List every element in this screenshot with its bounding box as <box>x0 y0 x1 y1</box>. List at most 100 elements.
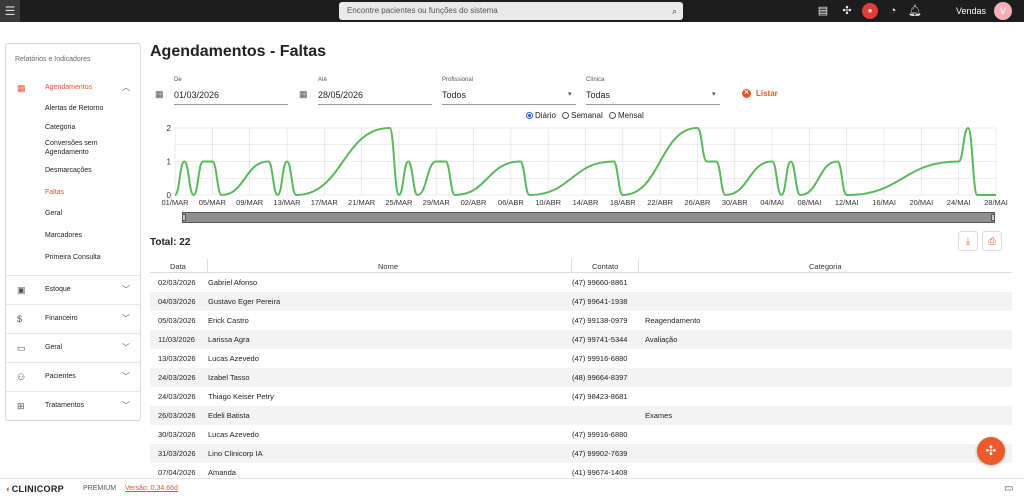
sidebar-group-agendamentos[interactable]: ▦ Agendamentos ︿ <box>6 74 140 102</box>
x-tick-label: 13/MAR <box>273 198 301 207</box>
table-row[interactable]: 05/03/2026 Erick Castro (47) 99138-0979 Rea… <box>150 311 1012 330</box>
list-button[interactable]: ✕ Listar <box>742 89 778 99</box>
table-body: 02/03/2026 Gabriel Afonso (47) 99660-8861 0… <box>150 273 1012 482</box>
column-header-data[interactable]: Data <box>170 262 186 271</box>
search-input[interactable]: Encontre pacientes ou funções do sistema… <box>339 2 683 20</box>
table-row[interactable]: 26/03/2026 Edeli Batista Exames <box>150 406 1012 425</box>
avatar[interactable]: V <box>994 2 1012 20</box>
table-row[interactable]: 02/03/2026 Gabriel Afonso (47) 99660-8861 <box>150 273 1012 292</box>
cell-name: Lino Clinicorp IA <box>208 449 263 458</box>
y-tick-label: 2 <box>167 124 172 133</box>
cell-contact: (41) 99674-1408 <box>572 468 628 477</box>
radio-mensal[interactable]: Mensal <box>608 111 644 120</box>
x-tick-label: 14/ABR <box>573 198 599 207</box>
x-tick-label: 06/ABR <box>498 198 524 207</box>
radio-selected-icon[interactable] <box>526 112 533 119</box>
network-icon[interactable]: ✣ <box>839 3 855 19</box>
chevron-down-icon: ﹀ <box>122 343 130 352</box>
card-icon: ▭ <box>17 343 26 353</box>
sidebar-item-primeira-consulta[interactable]: Primeira Consulta <box>6 253 140 275</box>
menu-icon[interactable]: ☰ <box>0 0 20 22</box>
page-title: Agendamentos - Faltas <box>150 43 327 60</box>
radio-unselected-icon[interactable] <box>562 112 570 119</box>
table-row[interactable]: 13/03/2026 Lucas Azevedo (47) 99916-6880 <box>150 349 1012 368</box>
sidebar-group-estoque[interactable]: ▣ Estoque ﹀ <box>6 276 140 304</box>
column-header-categoria[interactable]: Categoria <box>809 262 842 271</box>
y-tick-label: 1 <box>167 158 172 167</box>
x-tick-label: 08/MAI <box>798 198 822 207</box>
cell-name: Lucas Azevedo <box>208 354 259 363</box>
period-radio-group: Diário Semanal Mensal <box>526 111 648 120</box>
calendar-icon[interactable]: ▦ <box>299 89 308 100</box>
table-row[interactable]: 11/03/2026 Larissa Agra (47) 99741-5344 Ava… <box>150 330 1012 349</box>
dropdown-arrow-icon: ▾ <box>568 91 572 98</box>
chart-range-scrollbar[interactable] <box>182 212 995 223</box>
dropdown-arrow-icon: ▾ <box>712 91 716 98</box>
cell-name: Amanda <box>208 468 236 477</box>
print-button[interactable]: ⎙ <box>982 231 1002 251</box>
download-button[interactable]: ⤓ <box>958 231 978 251</box>
calendar-icon: ▦ <box>17 83 26 93</box>
clinic-value: Todas <box>586 90 611 100</box>
fab-network-button[interactable]: ✣ <box>977 437 1005 465</box>
sidebar-group-pacientes[interactable]: ⚇ Pacientes ﹀ <box>6 363 140 391</box>
from-date-field[interactable]: De ▦ 01/03/2026 <box>155 77 288 107</box>
sidebar-item-faltas[interactable]: Faltas <box>6 188 140 209</box>
table-row[interactable]: 30/03/2026 Lucas Azevedo (47) 99916-6880 <box>150 425 1012 444</box>
sidebar-item-conversoes[interactable]: Conversões sem Agendamento <box>6 139 106 166</box>
column-header-contato[interactable]: Contato <box>592 262 618 271</box>
radio-unselected-icon[interactable] <box>608 112 616 119</box>
sidebar-group-tratamentos[interactable]: ⊞ Tratamentos ﹀ <box>6 392 140 420</box>
chevron-down-icon: ﹀ <box>122 372 130 381</box>
cell-contact: (47) 99902-7639 <box>572 449 628 458</box>
x-tick-label: 21/MAR <box>348 198 376 207</box>
cell-date: 24/03/2026 <box>158 392 196 401</box>
sidebar-item-alertas[interactable]: Alertas de Retorno <box>6 102 140 123</box>
column-header-nome[interactable]: Nome <box>378 262 398 271</box>
sidebar-item-marcadores[interactable]: Marcadores <box>6 231 140 253</box>
sidebar-item-geral[interactable]: Geral <box>6 209 140 231</box>
sidebar-item-desmarcacoes[interactable]: Desmarcações <box>6 166 140 188</box>
speedometer-icon[interactable]: ◔ <box>885 3 901 19</box>
table-row[interactable]: 24/03/2026 Thiago Keiser Petry (47) 98423-… <box>150 387 1012 406</box>
table-row[interactable]: 24/03/2026 Izabel Tasso (48) 99664-8397 <box>150 368 1012 387</box>
range-end-handle[interactable] <box>991 214 995 221</box>
sidebar-group-financeiro[interactable]: $ Financeiro ﹀ <box>6 305 140 333</box>
chevron-down-icon: ﹀ <box>122 401 130 410</box>
cell-name: Gabriel Afonso <box>208 278 258 287</box>
printer-icon: ⎙ <box>988 236 996 246</box>
cell-name: Larissa Agra <box>208 335 250 344</box>
cell-contact: (47) 99741-5344 <box>572 335 628 344</box>
chat-icon[interactable]: ▭ <box>1004 483 1013 494</box>
sidebar-group-geral[interactable]: ▭ Geral ﹀ <box>6 334 140 362</box>
version-link[interactable]: Versão: 0.34.66d <box>125 485 178 492</box>
plus-box-icon: ⊞ <box>17 401 25 411</box>
cell-contact: (47) 99916-6880 <box>572 430 628 439</box>
sidebar-item-categoria[interactable]: Categoria <box>6 123 140 139</box>
x-tick-label: 26/ABR <box>685 198 711 207</box>
radio-label: Semanal <box>571 111 603 120</box>
board-icon[interactable]: ▤ <box>815 3 831 19</box>
professional-select[interactable]: Profissional Todos ▾ <box>442 77 576 107</box>
bell-icon[interactable]: 🔔︎ <box>907 3 923 19</box>
table-row[interactable]: 04/03/2026 Gustavo Eger Pereira (47) 99641… <box>150 292 1012 311</box>
to-date-value: 28/05/2026 <box>318 90 364 100</box>
to-date-field[interactable]: Até ▦ 28/05/2026 <box>299 77 432 107</box>
cell-date: 07/04/2026 <box>158 468 196 477</box>
sidebar-title: Relatórios e Indicadores <box>15 56 91 63</box>
sidebar-group-label: Tratamentos <box>45 402 85 409</box>
x-tick-label: 29/MAR <box>423 198 451 207</box>
x-tick-label: 12/MAI <box>835 198 859 207</box>
search-icon[interactable]: ⌕ <box>672 2 677 20</box>
table-row[interactable]: 31/03/2026 Lino Clinicorp IA (47) 99902-76… <box>150 444 1012 463</box>
range-start-handle[interactable] <box>182 214 186 221</box>
logo-text: CLINICORP <box>11 484 64 494</box>
calendar-icon[interactable]: ▦ <box>155 89 164 100</box>
radio-diario[interactable]: Diário <box>526 111 556 120</box>
clinic-select[interactable]: Clínica Todas ▾ <box>586 77 720 107</box>
record-icon[interactable]: ● <box>862 3 878 19</box>
user-name[interactable]: Vendas <box>956 0 986 22</box>
radio-semanal[interactable]: Semanal <box>562 111 603 120</box>
x-tick-label: 22/ABR <box>647 198 673 207</box>
x-tick-label: 20/MAI <box>909 198 933 207</box>
